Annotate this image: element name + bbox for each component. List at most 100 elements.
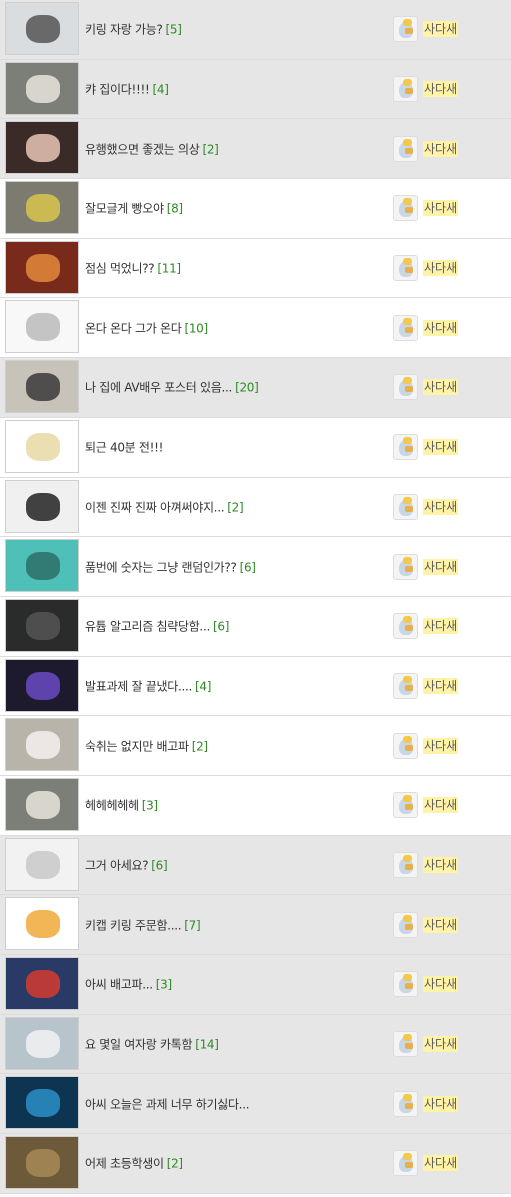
dog-thumb[interactable] — [5, 61, 79, 115]
author-info[interactable]: 사다새 — [393, 792, 459, 819]
author-info[interactable]: 사다새 — [393, 732, 459, 759]
author-nickname[interactable]: 사다새 — [423, 797, 459, 814]
list-item[interactable]: 헤헤헤헤헤 [3] 사다새 — [0, 775, 511, 836]
author-nickname[interactable]: 사다새 — [423, 737, 459, 754]
author-nickname[interactable]: 사다새 — [423, 379, 459, 396]
person-thumb[interactable] — [5, 121, 79, 175]
post-title-link[interactable]: 캬 집이다!!!! [4] — [85, 81, 169, 98]
list-item[interactable]: 키링 자랑 가능? [5] 사다새 — [0, 0, 511, 60]
list-item[interactable]: 잘모글게 빵오야 [8] 사다새 — [0, 179, 511, 239]
squid-thumb[interactable] — [5, 539, 79, 593]
author-info[interactable]: 사다새 — [393, 971, 459, 998]
post-title-link[interactable]: 그거 아세요? [6] — [85, 856, 168, 873]
list-item[interactable]: 나 집에 AV배우 포스터 있음... [20] 사다새 — [0, 358, 511, 418]
post-title-link[interactable]: 점심 먹었니?? [11] — [85, 260, 181, 277]
author-info[interactable]: 사다새 — [393, 195, 459, 222]
author-info[interactable]: 사다새 — [393, 1150, 459, 1177]
post-title-link[interactable]: 숙취는 없지만 배고파 [2] — [85, 737, 208, 754]
list-item[interactable]: 어제 초등학생이 [2] 사다새 — [0, 1134, 511, 1194]
author-info[interactable]: 사다새 — [393, 1031, 459, 1058]
author-nickname[interactable]: 사다새 — [423, 558, 459, 575]
author-info[interactable]: 사다새 — [393, 255, 459, 282]
list-item[interactable]: 이젠 진짜 진짜 아껴써야지... [2] 사다새 — [0, 477, 511, 538]
dog2-thumb[interactable] — [5, 777, 79, 831]
blossom-thumb[interactable] — [5, 718, 79, 772]
post-title-link[interactable]: 온다 온다 그가 온다 [10] — [85, 319, 208, 336]
author-nickname[interactable]: 사다새 — [423, 1095, 459, 1112]
author-nickname[interactable]: 사다새 — [423, 439, 459, 456]
list-item[interactable]: 품번에 숫자는 그냥 랜덤인가?? [6] 사다새 — [0, 537, 511, 597]
author-info[interactable]: 사다새 — [393, 16, 459, 43]
author-info[interactable]: 사다새 — [393, 672, 459, 699]
post-title-link[interactable]: 잘모글게 빵오야 [8] — [85, 200, 183, 217]
author-nickname[interactable]: 사다새 — [423, 81, 459, 98]
post-title-link[interactable]: 어제 초등학생이 [2] — [85, 1155, 183, 1172]
author-info[interactable]: 사다새 — [393, 613, 459, 640]
post-title-link[interactable]: 아씨 오늘은 과제 너무 하기싫다... — [85, 1095, 250, 1112]
screen-thumb[interactable] — [5, 658, 79, 712]
post-title-link[interactable]: 발표과제 잘 끝냈다.... [4] — [85, 677, 211, 694]
author-nickname[interactable]: 사다새 — [423, 618, 459, 635]
grass-thumb[interactable] — [5, 1136, 79, 1190]
post-title-link[interactable]: 이젠 진짜 진짜 아껴써야지... [2] — [85, 498, 244, 515]
post-title-link[interactable]: 유튭 알고리즘 침략당함... [6] — [85, 618, 229, 635]
keyring-thumb[interactable] — [5, 2, 79, 55]
post-title-link[interactable]: 나 집에 AV배우 포스터 있음... [20] — [85, 379, 259, 396]
author-nickname[interactable]: 사다새 — [423, 976, 459, 993]
author-nickname[interactable]: 사다새 — [423, 260, 459, 277]
author-info[interactable]: 사다새 — [393, 314, 459, 341]
list-item[interactable]: 퇴근 40분 전!!! 사다새 — [0, 417, 511, 478]
author-info[interactable]: 사다새 — [393, 911, 459, 938]
author-info[interactable]: 사다새 — [393, 493, 459, 520]
list-item[interactable]: 요 몇일 여자랑 카톡함 [14] 사다새 — [0, 1014, 511, 1075]
author-nickname[interactable]: 사다새 — [423, 856, 459, 873]
paper-thumb[interactable] — [5, 1016, 79, 1070]
list-item[interactable]: 숙취는 없지만 배고파 [2] 사다새 — [0, 716, 511, 776]
author-nickname[interactable]: 사다새 — [423, 916, 459, 933]
post-title-link[interactable]: 요 몇일 여자랑 카톡함 [14] — [85, 1036, 219, 1053]
author-nickname[interactable]: 사다새 — [423, 677, 459, 694]
list-item[interactable]: 키캡 키링 주문함.... [7] 사다새 — [0, 895, 511, 955]
author-nickname[interactable]: 사다새 — [423, 140, 459, 157]
post-title-link[interactable]: 품번에 숫자는 그냥 랜덤인가?? [6] — [85, 558, 256, 575]
author-nickname[interactable]: 사다새 — [423, 498, 459, 515]
post-title-link[interactable]: 유행했으면 좋겠는 의상 [2] — [85, 140, 219, 157]
author-info[interactable]: 사다새 — [393, 374, 459, 401]
author-nickname[interactable]: 사다새 — [423, 200, 459, 217]
author-info[interactable]: 사다새 — [393, 1090, 459, 1117]
author-info[interactable]: 사다새 — [393, 76, 459, 103]
cartoon-thumb[interactable] — [5, 419, 79, 473]
list-item[interactable]: 유행했으면 좋겠는 의상 [2] 사다새 — [0, 119, 511, 180]
author-nickname[interactable]: 사다새 — [423, 1155, 459, 1172]
list-item[interactable]: 발표과제 잘 끝냈다.... [4] 사다새 — [0, 656, 511, 717]
list-item[interactable]: 온다 온다 그가 온다 [10] 사다새 — [0, 298, 511, 359]
list-item[interactable]: 캬 집이다!!!! [4] 사다새 — [0, 59, 511, 120]
list-item[interactable]: 유튭 알고리즘 침략당함... [6] 사다새 — [0, 596, 511, 657]
post-title-link[interactable]: 키링 자랑 가능? [5] — [85, 21, 182, 38]
pelican-thumb[interactable] — [5, 897, 79, 951]
list-item[interactable]: 아씨 오늘은 과제 너무 하기싫다... 사다새 — [0, 1074, 511, 1135]
manga-thumb[interactable] — [5, 479, 79, 533]
bag-thumb[interactable] — [5, 360, 79, 414]
author-nickname[interactable]: 사다새 — [423, 21, 459, 38]
food-thumb[interactable] — [5, 240, 79, 294]
singer-thumb[interactable] — [5, 1076, 79, 1130]
author-info[interactable]: 사다새 — [393, 135, 459, 162]
post-title-link[interactable]: 퇴근 40분 전!!! — [85, 439, 164, 456]
author-nickname[interactable]: 사다새 — [423, 319, 459, 336]
list-item[interactable]: 그거 아세요? [6] 사다새 — [0, 835, 511, 896]
author-info[interactable]: 사다새 — [393, 553, 459, 580]
post-title-link[interactable]: 헤헤헤헤헤 [3] — [85, 797, 158, 814]
text-thumb[interactable] — [5, 300, 79, 354]
holiday-thumb[interactable] — [5, 957, 79, 1010]
author-nickname[interactable]: 사다새 — [423, 1036, 459, 1053]
author-info[interactable]: 사다새 — [393, 434, 459, 461]
list-item[interactable]: 아씨 배고파... [3] 사다새 — [0, 955, 511, 1015]
street-thumb[interactable] — [5, 181, 79, 235]
post-title-link[interactable]: 키캡 키링 주문함.... [7] — [85, 916, 201, 933]
list-item[interactable]: 점심 먹었니?? [11] 사다새 — [0, 238, 511, 299]
phone-thumb[interactable] — [5, 598, 79, 652]
post-title-link[interactable]: 아씨 배고파... [3] — [85, 976, 172, 993]
placeholder-thumb[interactable] — [5, 837, 79, 891]
author-info[interactable]: 사다새 — [393, 851, 459, 878]
